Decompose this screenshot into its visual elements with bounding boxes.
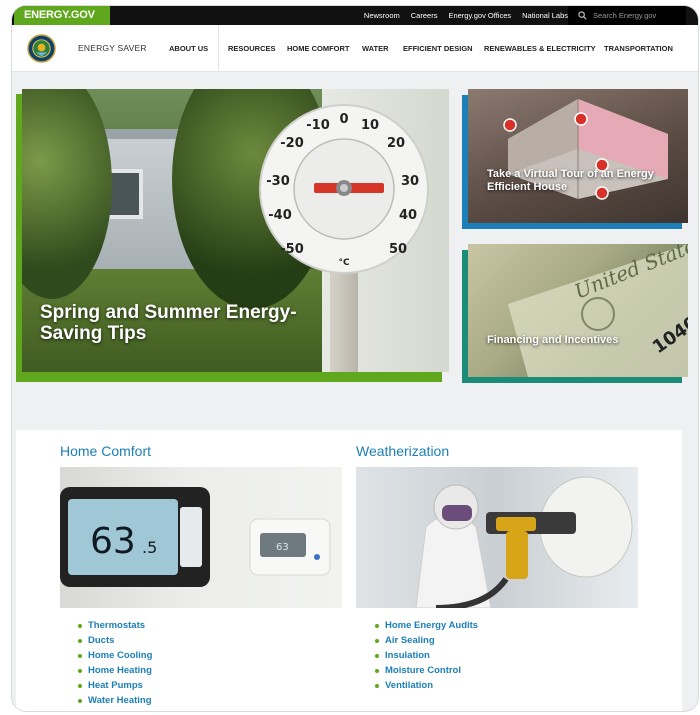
- browser-frame: ENERGY.GOV Newsroom Careers Energy.gov O…: [12, 6, 698, 711]
- link-moisture-control[interactable]: Moisture Control: [373, 663, 478, 678]
- offices-link[interactable]: Energy.gov Offices: [448, 11, 511, 20]
- link-home-heating[interactable]: Home Heating: [76, 663, 152, 678]
- link-water-heating[interactable]: Water Heating: [76, 693, 152, 708]
- search-input[interactable]: [593, 11, 683, 20]
- nav-transportation[interactable]: TRANSPORTATION: [604, 25, 673, 72]
- weatherization-links: Home Energy Audits Air Sealing Insulatio…: [373, 618, 478, 693]
- thermo-label-n40: -40: [268, 208, 292, 223]
- nav-about-us[interactable]: ABOUT US: [169, 25, 208, 72]
- main-nav: ENERGY SAVER ABOUT US RESOURCES HOME COM…: [12, 25, 698, 72]
- nav-efficient-design[interactable]: EFFICIENT DESIGN: [403, 25, 473, 72]
- nav-divider: [218, 25, 219, 72]
- thermo-label-n50: -50: [280, 242, 304, 257]
- link-ducts[interactable]: Ducts: [76, 633, 152, 648]
- thermo-label-30: 30: [401, 174, 419, 189]
- link-thermostats[interactable]: Thermostats: [76, 618, 152, 633]
- weatherization-image[interactable]: [356, 467, 638, 608]
- doe-seal-icon[interactable]: [27, 34, 56, 63]
- thermo-label-50: 50: [389, 242, 407, 257]
- thermometer-image: 0 -10 10 -20 20 -30 30 -40 40 -50 50 °C: [259, 104, 429, 274]
- newsroom-link[interactable]: Newsroom: [364, 11, 400, 20]
- link-home-energy-audits[interactable]: Home Energy Audits: [373, 618, 478, 633]
- house-cutaway-image: [503, 99, 668, 200]
- energy-gov-logo[interactable]: ENERGY.GOV: [14, 6, 110, 25]
- thermo-label-n20: -20: [280, 136, 304, 151]
- utility-links: Newsroom Careers Energy.gov Offices Nati…: [364, 6, 568, 25]
- site-name[interactable]: ENERGY SAVER: [78, 25, 147, 72]
- wall-reading: 63: [276, 542, 289, 553]
- link-insulation[interactable]: Insulation: [373, 648, 478, 663]
- link-home-cooling[interactable]: Home Cooling: [76, 648, 152, 663]
- feature-virtual-tour[interactable]: Take a Virtual Tour of an Energy Efficie…: [468, 89, 688, 223]
- thermo-label-n10: -10: [306, 118, 330, 133]
- utility-bar: ENERGY.GOV Newsroom Careers Energy.gov O…: [12, 6, 698, 25]
- thermostat-image: 63 .5 63: [60, 487, 331, 587]
- thermo-label-0: 0: [339, 112, 348, 127]
- feature-spring-summer-tips[interactable]: 0 -10 10 -20 20 -30 30 -40 40 -50 50 °C …: [22, 89, 449, 372]
- weatherization-heading[interactable]: Weatherization: [356, 443, 449, 459]
- thermo-label-10: 10: [361, 118, 379, 133]
- nav-home-comfort[interactable]: HOME COMFORT: [287, 25, 350, 72]
- nav-renewables[interactable]: RENEWABLES & ELECTRICITY: [484, 25, 596, 72]
- device-reading: 63: [90, 521, 136, 562]
- feature-financing[interactable]: United States 1040 Financing and Incenti…: [468, 244, 688, 377]
- worker-drilling-image: [415, 476, 633, 608]
- thermo-unit: °C: [338, 258, 350, 268]
- hero-area: 0 -10 10 -20 20 -30 30 -40 40 -50 50 °C …: [12, 73, 698, 410]
- national-labs-link[interactable]: National Labs: [522, 11, 568, 20]
- virtual-tour-title[interactable]: Take a Virtual Tour of an Energy Efficie…: [487, 168, 677, 194]
- search-box: [568, 6, 686, 25]
- home-comfort-image[interactable]: 63 .5 63: [60, 467, 342, 608]
- topics-card: Home Comfort 63 .5 63 Thermostats Ducts …: [16, 430, 682, 711]
- feature-main-title[interactable]: Spring and Summer Energy-Saving Tips: [40, 302, 340, 344]
- nav-resources[interactable]: RESOURCES: [228, 25, 276, 72]
- link-air-sealing[interactable]: Air Sealing: [373, 633, 478, 648]
- thermo-label-40: 40: [399, 208, 417, 223]
- money-check-image: United States 1040: [508, 244, 688, 377]
- link-ventilation[interactable]: Ventilation: [373, 678, 478, 693]
- nav-water[interactable]: WATER: [362, 25, 389, 72]
- financing-title[interactable]: Financing and Incentives: [487, 334, 618, 347]
- thermo-label-20: 20: [387, 136, 405, 151]
- home-comfort-heading[interactable]: Home Comfort: [60, 443, 151, 459]
- thermo-label-n30: -30: [266, 174, 290, 189]
- search-icon[interactable]: [578, 11, 587, 20]
- link-heat-pumps[interactable]: Heat Pumps: [76, 678, 152, 693]
- home-comfort-links: Thermostats Ducts Home Cooling Home Heat…: [76, 618, 152, 708]
- careers-link[interactable]: Careers: [411, 11, 438, 20]
- device-decimal: .5: [142, 538, 157, 557]
